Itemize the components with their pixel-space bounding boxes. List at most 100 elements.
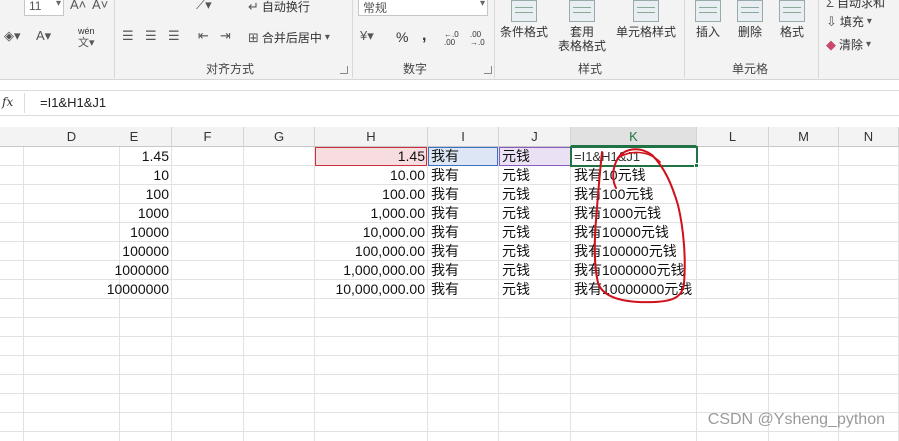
insert-button[interactable]: 插入 [690, 0, 726, 39]
gridline-horizontal [0, 431, 899, 432]
font-size-combo[interactable]: 11 ▾ [24, 0, 64, 16]
phonetic-button[interactable]: wén 文▾ [78, 26, 95, 50]
cell-h6[interactable]: 100,000.00 [315, 242, 428, 261]
cell-h2[interactable]: 10.00 [315, 166, 428, 185]
insert-label: 插入 [695, 25, 720, 39]
decrease-font-button[interactable]: A˅ [92, 0, 108, 12]
number-dialog-launcher[interactable] [484, 66, 492, 74]
cell-h8[interactable]: 10,000,000.00 [315, 280, 428, 299]
cell-i6[interactable]: 我有 [428, 242, 499, 261]
cell-i8[interactable]: 我有 [428, 280, 499, 299]
cell-j6[interactable]: 元钱 [499, 242, 571, 261]
cell-j5[interactable]: 元钱 [499, 223, 571, 242]
column-header-k[interactable]: K [571, 127, 697, 147]
cell-e2[interactable]: 10 [97, 166, 172, 185]
cell-k4[interactable]: 我有1000元钱 [571, 204, 711, 223]
increase-indent-button[interactable]: ⇥ [220, 29, 231, 43]
cell-styles-button[interactable]: 单元格样式 [614, 0, 678, 39]
cell-e8[interactable]: 10000000 [97, 280, 172, 299]
cell-k6[interactable]: 我有100000元钱 [571, 242, 711, 261]
cell-k7[interactable]: 我有1000000元钱 [571, 261, 711, 280]
column-header-m[interactable]: M [769, 127, 839, 147]
font-color-button[interactable]: A▾ [36, 29, 51, 43]
cell-j2[interactable]: 元钱 [499, 166, 571, 185]
column-header-i[interactable]: I [428, 127, 499, 147]
gridline-vertical [243, 147, 244, 441]
cell-e7[interactable]: 1000000 [97, 261, 172, 280]
format-button[interactable]: 格式 [774, 0, 810, 39]
cell-h7[interactable]: 1,000,000.00 [315, 261, 428, 280]
cell-h5[interactable]: 10,000.00 [315, 223, 428, 242]
cell-h4[interactable]: 1,000.00 [315, 204, 428, 223]
cell-i5[interactable]: 我有 [428, 223, 499, 242]
insert-function-icon[interactable]: fx [2, 95, 13, 109]
cell-h3[interactable]: 100.00 [315, 185, 428, 204]
column-header-g[interactable]: G [244, 127, 315, 147]
cell-k5[interactable]: 我有10000元钱 [571, 223, 711, 242]
column-header-n[interactable]: N [839, 127, 899, 147]
phonetic-icon: 文▾ [78, 37, 95, 49]
column-header-h[interactable]: H [315, 127, 428, 147]
align-center-button[interactable]: ☰ [145, 29, 157, 43]
comma-button[interactable]: , [422, 27, 426, 45]
decrease-decimal-button[interactable]: .00 →.0 [470, 31, 490, 47]
column-header-e[interactable]: E [97, 127, 172, 147]
format-as-table-button[interactable]: 套用 表格格式 [552, 0, 612, 53]
cell-j7[interactable]: 元钱 [499, 261, 571, 280]
clear-button[interactable]: ◆ 清除 ▾ [826, 36, 871, 53]
fill-color-button[interactable]: ◈▾ [4, 29, 21, 43]
cell-e3[interactable]: 100 [97, 185, 172, 204]
accounting-format-button[interactable]: ¥▾ [360, 29, 374, 43]
phonetic-label: wén [78, 26, 95, 36]
column-header-l[interactable]: L [697, 127, 769, 147]
delete-button[interactable]: 删除 [732, 0, 768, 39]
cell-e5[interactable]: 10000 [97, 223, 172, 242]
increase-font-button[interactable]: A˄ [70, 0, 86, 12]
insert-icon [695, 0, 721, 22]
cell-j3[interactable]: 元钱 [499, 185, 571, 204]
gridline-vertical [768, 147, 769, 441]
autosum-button[interactable]: Σ 自动求和 [826, 0, 885, 11]
cell-e1[interactable]: 1.45 [97, 147, 172, 166]
increase-decimal-label: ←.0 .00 [444, 30, 459, 47]
cell-k1[interactable]: =I1&H1&J1 [571, 147, 711, 166]
increase-decimal-button[interactable]: ←.0 .00 [444, 31, 464, 47]
cell-k3[interactable]: 我有100元钱 [571, 185, 711, 204]
eraser-icon: ◆ [826, 36, 836, 52]
cell-i3[interactable]: 我有 [428, 185, 499, 204]
formula-input[interactable]: =I1&H1&J1 [40, 95, 106, 110]
cell-j8[interactable]: 元钱 [499, 280, 571, 299]
cell-e6[interactable]: 100000 [97, 242, 172, 261]
cell-j1[interactable]: 元钱 [499, 147, 571, 166]
alignment-dialog-launcher[interactable] [340, 66, 348, 74]
cell-k8[interactable]: 我有10000000元钱 [571, 280, 711, 299]
align-left-button[interactable]: ☰ [122, 29, 134, 43]
cell-h1[interactable]: 1.45 [315, 147, 428, 166]
percent-button[interactable]: % [396, 29, 408, 45]
cell-i1[interactable]: 我有 [428, 147, 499, 166]
number-format-value: 常规 [363, 1, 388, 15]
align-center-icon: ☰ [145, 28, 157, 43]
number-format-combo[interactable]: 常规 ▾ [358, 0, 488, 16]
group-separator [114, 0, 115, 78]
chevron-down-icon: ▾ [324, 31, 330, 43]
cell-e4[interactable]: 1000 [97, 204, 172, 223]
cell-i2[interactable]: 我有 [428, 166, 499, 185]
formula-bar: fx =I1&H1&J1 [0, 90, 899, 116]
column-header-f[interactable]: F [172, 127, 244, 147]
cell-i7[interactable]: 我有 [428, 261, 499, 280]
wrap-text-icon: ↵ [248, 0, 259, 14]
decrease-indent-button[interactable]: ⇤ [198, 29, 209, 43]
merge-center-button[interactable]: ⊞ 合并后居中 ▾ [248, 29, 330, 46]
wrap-text-button[interactable]: ↵ 自动换行 [248, 0, 310, 15]
chevron-down-icon: ▾ [866, 38, 872, 50]
cell-j4[interactable]: 元钱 [499, 204, 571, 223]
cell-i4[interactable]: 我有 [428, 204, 499, 223]
conditional-format-button[interactable]: 条件格式 [498, 0, 550, 39]
orientation-button[interactable]: ⟋▾ [196, 0, 212, 12]
fill-button[interactable]: ⇩ 填充 ▾ [826, 13, 872, 30]
format-icon [779, 0, 805, 22]
column-header-j[interactable]: J [499, 127, 571, 147]
cell-k2[interactable]: 我有10元钱 [571, 166, 711, 185]
align-right-button[interactable]: ☰ [168, 29, 180, 43]
